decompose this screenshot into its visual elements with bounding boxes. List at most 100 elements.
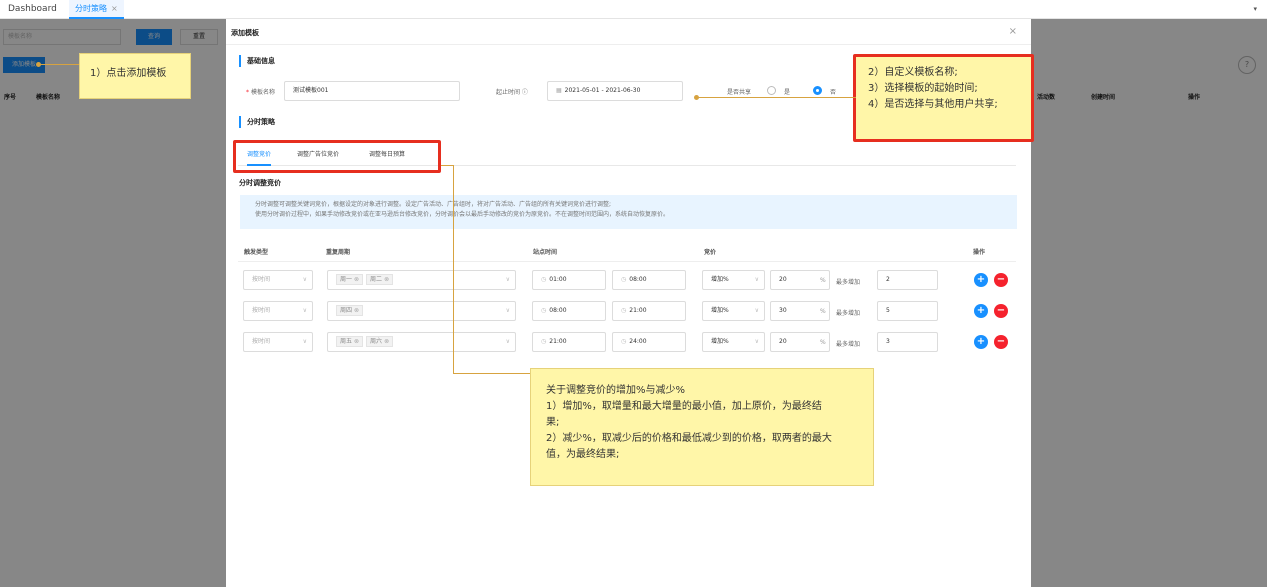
start-time-picker[interactable]: ◷ 08:00 <box>532 301 606 321</box>
percent-unit: % <box>820 277 826 284</box>
tab-time-strategy[interactable]: 分时策略 × <box>69 0 124 19</box>
close-icon[interactable]: × <box>1009 26 1017 37</box>
trigger-type-select[interactable]: 按时间 ∨ <box>243 301 313 321</box>
header-repeat-cycle: 重复周期 <box>326 249 351 256</box>
end-time-picker[interactable]: ◷ 08:00 <box>612 270 686 290</box>
repeat-cycle-select[interactable]: 周四 ⊗ ∨ <box>327 301 516 321</box>
calendar-icon: ▦ <box>556 87 562 94</box>
day-tag[interactable]: 周六 ⊗ <box>366 336 394 347</box>
bid-mode-value: 增加% <box>711 338 729 345</box>
modal-header: 添加模板 × <box>226 19 1031 45</box>
callout-add-template-text: 1）点击添加模板 <box>90 68 167 79</box>
share-no-radio[interactable] <box>813 86 822 95</box>
tab-dashboard[interactable]: Dashboard <box>2 0 63 19</box>
chevron-down-icon: ∨ <box>505 338 510 345</box>
top-tab-bar: Dashboard 分时策略 × ▾ <box>0 0 1267 19</box>
remove-row-icon[interactable]: − <box>994 273 1008 287</box>
share-no-label: 否 <box>830 89 837 96</box>
end-time-picker[interactable]: ◷ 21:00 <box>612 301 686 321</box>
required-mark: * <box>246 89 249 96</box>
start-time-value: 08:00 <box>549 307 567 314</box>
day-tag[interactable]: 周四 ⊗ <box>336 305 364 316</box>
bid-mode-select[interactable]: 增加% ∨ <box>702 332 765 352</box>
trigger-type-value: 按时间 <box>252 276 271 283</box>
basic-info-title: 基础信息 <box>239 55 275 67</box>
add-row-icon[interactable]: + <box>974 273 988 287</box>
percent-unit: % <box>820 339 826 346</box>
close-tab-icon[interactable]: × <box>111 4 118 13</box>
add-row-icon[interactable]: + <box>974 335 988 349</box>
chevron-down-icon: ∨ <box>754 338 759 345</box>
template-name-input[interactable]: 测试模板001 <box>284 81 460 101</box>
chevron-down-icon[interactable]: ▾ <box>1253 5 1257 13</box>
callout-connector <box>453 165 454 373</box>
share-yes-radio[interactable] <box>767 86 776 95</box>
max-increase-label: 最多增加 <box>836 279 861 286</box>
header-operation: 操作 <box>973 249 986 256</box>
share-label: 是否共享 <box>727 89 752 96</box>
callout-add-template: 1）点击添加模板 <box>79 53 191 99</box>
remove-tag-icon[interactable]: ⊗ <box>354 276 359 283</box>
callout-connector <box>453 373 533 374</box>
chevron-down-icon: ∨ <box>505 276 510 283</box>
day-tag[interactable]: 周一 ⊗ <box>336 274 364 285</box>
divider <box>238 261 1016 262</box>
callout-anchor-dot <box>694 95 699 100</box>
callout-connector <box>38 64 80 65</box>
header-bid: 竞价 <box>704 249 717 256</box>
template-name-label-text: 模板名称 <box>251 89 276 96</box>
remove-row-icon[interactable]: − <box>994 304 1008 318</box>
start-time-picker[interactable]: ◷ 21:00 <box>532 332 606 352</box>
info-line-1: 分时调整可调整关键词竞价，根据设定的对象进行调整。设定广告活动、广告组时，将对广… <box>255 201 612 208</box>
max-increase-label: 最多增加 <box>836 341 861 348</box>
strategy-title: 分时策略 <box>239 116 275 128</box>
end-time-value: 21:00 <box>629 307 647 314</box>
day-tag[interactable]: 周二 ⊗ <box>366 274 394 285</box>
repeat-cycle-select[interactable]: 周一 ⊗ 周二 ⊗ ∨ <box>327 270 516 290</box>
remove-tag-icon[interactable]: ⊗ <box>354 307 359 314</box>
highlight-box-tabs <box>233 140 441 173</box>
callout-bid-rules-line: 值，为最终结果; <box>546 449 620 460</box>
date-range-picker[interactable]: ▦ 2021-05-01 - 2021-06-30 <box>547 81 683 101</box>
trigger-type-value: 按时间 <box>252 338 271 345</box>
end-time-value: 24:00 <box>629 338 647 345</box>
callout-settings: 2）自定义模板名称; 3）选择模板的起始时间; 4）是否选择与其他用户共享; <box>856 57 1031 139</box>
trigger-type-select[interactable]: 按时间 ∨ <box>243 332 313 352</box>
remove-tag-icon[interactable]: ⊗ <box>354 338 359 345</box>
max-increase-input[interactable]: 5 <box>877 301 938 321</box>
info-line-2: 使用分时调价过程中，如果手动修改竞价或在亚马逊后台修改竞价，分时调价会以最后手动… <box>255 211 670 218</box>
trigger-type-select[interactable]: 按时间 ∨ <box>243 270 313 290</box>
tab-dashboard-label: Dashboard <box>8 4 57 14</box>
start-time-value: 01:00 <box>549 276 567 283</box>
max-increase-input[interactable]: 3 <box>877 332 938 352</box>
time-bid-subtitle: 分时调整竞价 <box>239 179 281 187</box>
max-increase-input[interactable]: 2 <box>877 270 938 290</box>
bid-mode-select[interactable]: 增加% ∨ <box>702 301 765 321</box>
clock-icon: ◷ <box>621 307 627 314</box>
info-notice: 分时调整可调整关键词竞价，根据设定的对象进行调整。设定广告活动、广告组时，将对广… <box>240 195 1017 229</box>
day-tag-label: 周四 <box>340 307 353 314</box>
add-row-icon[interactable]: + <box>974 304 988 318</box>
start-time-picker[interactable]: ◷ 01:00 <box>532 270 606 290</box>
modal-title: 添加模板 <box>231 29 259 37</box>
chevron-down-icon: ∨ <box>505 307 510 314</box>
chevron-down-icon: ∨ <box>754 276 759 283</box>
callout-bid-rules-line: 果; <box>546 417 560 428</box>
chevron-down-icon: ∨ <box>302 307 307 314</box>
clock-icon: ◷ <box>541 276 547 283</box>
clock-icon: ◷ <box>621 338 627 345</box>
day-tag[interactable]: 周五 ⊗ <box>336 336 364 347</box>
day-tag-label: 周二 <box>370 276 383 283</box>
bid-mode-select[interactable]: 增加% ∨ <box>702 270 765 290</box>
end-time-picker[interactable]: ◷ 24:00 <box>612 332 686 352</box>
remove-row-icon[interactable]: − <box>994 335 1008 349</box>
repeat-cycle-select[interactable]: 周五 ⊗ 周六 ⊗ ∨ <box>327 332 516 352</box>
percent-unit: % <box>820 308 826 315</box>
chevron-down-icon: ∨ <box>754 307 759 314</box>
remove-tag-icon[interactable]: ⊗ <box>384 338 389 345</box>
callout-bid-rules-line: 关于调整竞价的增加%与减少% <box>546 385 686 396</box>
header-site-time: 站点时间 <box>533 249 558 256</box>
callout-settings-line: 4）是否选择与其他用户共享; <box>868 99 998 110</box>
remove-tag-icon[interactable]: ⊗ <box>384 276 389 283</box>
callout-anchor-dot <box>36 62 41 67</box>
